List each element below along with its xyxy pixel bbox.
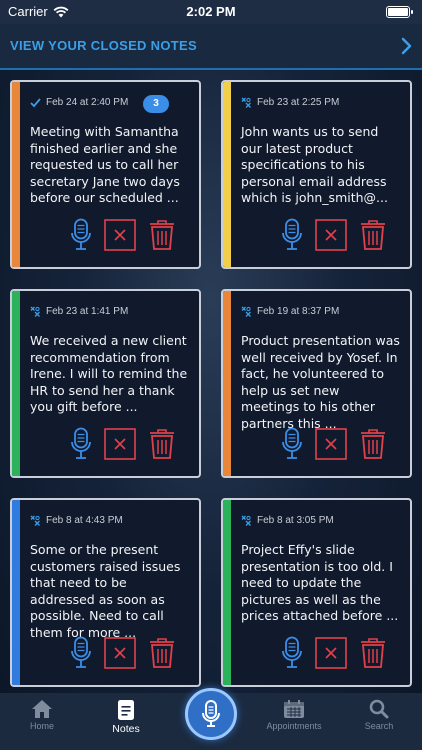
note-meta: Feb 24 at 2:40 PM [30, 97, 128, 108]
note-text: Some or the present customers raised iss… [30, 542, 181, 640]
delete-note-button[interactable] [359, 219, 387, 251]
trash-icon [150, 429, 174, 459]
note-card[interactable]: Feb 24 at 2:40 PM 3 Meeting with Samanth… [10, 80, 201, 269]
search-icon [369, 699, 389, 719]
closed-note-icon [30, 306, 40, 317]
play-recording-button[interactable] [70, 427, 92, 461]
tab-appointments-label: Appointments [266, 721, 322, 731]
calendar-icon [284, 700, 304, 718]
reopen-note-button[interactable] [104, 637, 136, 669]
play-recording-button[interactable] [281, 427, 303, 461]
note-actions [70, 636, 176, 670]
note-meta: Feb 23 at 2:25 PM [241, 97, 339, 108]
microphone-icon [71, 636, 91, 668]
note-meta: Feb 8 at 4:43 PM [30, 515, 123, 526]
delete-note-button[interactable] [148, 219, 176, 251]
record-note-button[interactable] [185, 688, 237, 740]
chevron-right-icon[interactable] [400, 36, 414, 56]
note-actions [70, 427, 176, 461]
close-box-icon [104, 428, 136, 460]
note-text: John wants us to send our latest product… [241, 124, 388, 205]
note-text: Product presentation was well received b… [241, 333, 400, 431]
note-meta: Feb 8 at 3:05 PM [241, 515, 334, 526]
microphone-icon [71, 427, 91, 459]
note-card[interactable]: Feb 23 at 2:25 PM John wants us to send … [221, 80, 412, 269]
close-box-icon [315, 428, 347, 460]
trash-icon [361, 220, 385, 250]
home-icon [32, 700, 52, 718]
closed-note-icon [241, 306, 251, 317]
closed-note-icon [241, 515, 251, 526]
note-date: Feb 8 at 3:05 PM [257, 515, 334, 526]
note-color-stripe [223, 82, 231, 267]
trash-icon [361, 638, 385, 668]
note-meta: Feb 23 at 1:41 PM [30, 306, 128, 317]
note-text: Meeting with Samantha finished earlier a… [30, 124, 180, 205]
note-color-stripe [12, 291, 20, 476]
trash-icon [150, 638, 174, 668]
delete-note-button[interactable] [148, 428, 176, 460]
clock: 2:02 PM [186, 4, 236, 19]
play-recording-button[interactable] [70, 636, 92, 670]
tab-search[interactable]: Search [339, 699, 419, 731]
note-date: Feb 23 at 1:41 PM [46, 306, 129, 317]
reopen-note-button[interactable] [315, 428, 347, 460]
play-recording-button[interactable] [281, 636, 303, 670]
tab-search-label: Search [364, 721, 394, 731]
note-card[interactable]: Feb 23 at 1:41 PM We received a new clie… [10, 289, 201, 478]
note-color-stripe [223, 500, 231, 685]
note-date: Feb 24 at 2:40 PM [46, 97, 129, 108]
closed-note-icon [241, 97, 251, 108]
play-recording-button[interactable] [281, 218, 303, 252]
note-color-stripe [12, 82, 20, 267]
battery-icon [386, 6, 413, 18]
note-actions [281, 636, 387, 670]
delete-note-button[interactable] [359, 428, 387, 460]
note-count-badge: 3 [143, 95, 169, 113]
close-box-icon [315, 219, 347, 251]
header-title: VIEW YOUR CLOSED NOTES [10, 38, 197, 53]
note-text: We received a new client recommendation … [30, 333, 188, 414]
reopen-note-button[interactable] [315, 219, 347, 251]
trash-icon [361, 429, 385, 459]
note-date: Feb 19 at 8:37 PM [257, 306, 340, 317]
closed-notes-header[interactable]: VIEW YOUR CLOSED NOTES [0, 24, 422, 70]
note-actions [281, 218, 387, 252]
note-card[interactable]: Feb 19 at 8:37 PM Product presentation w… [221, 289, 412, 478]
tab-appointments[interactable]: Appointments [254, 699, 334, 731]
close-box-icon [104, 219, 136, 251]
notes-icon [118, 700, 134, 720]
microphone-icon [71, 218, 91, 250]
delete-note-button[interactable] [359, 637, 387, 669]
note-date: Feb 8 at 4:43 PM [46, 515, 123, 526]
microphone-icon [202, 700, 220, 727]
microphone-icon [282, 218, 302, 250]
closed-note-icon [30, 515, 40, 526]
tab-home[interactable]: Home [2, 699, 82, 731]
note-card[interactable]: Feb 8 at 4:43 PM Some or the present cus… [10, 498, 201, 687]
check-icon [30, 97, 41, 107]
status-bar: Carrier 2:02 PM [0, 0, 422, 24]
play-recording-button[interactable] [70, 218, 92, 252]
note-meta: Feb 19 at 8:37 PM [241, 306, 339, 317]
tab-notes-label: Notes [112, 723, 140, 735]
note-actions [281, 427, 387, 461]
reopen-note-button[interactable] [104, 428, 136, 460]
reopen-note-button[interactable] [104, 219, 136, 251]
note-card[interactable]: Feb 8 at 3:05 PM Project Effy's slide pr… [221, 498, 412, 687]
note-actions [70, 218, 176, 252]
close-box-icon [104, 637, 136, 669]
note-text: Project Effy's slide presentation is too… [241, 542, 399, 623]
microphone-icon [282, 427, 302, 459]
note-color-stripe [12, 500, 20, 685]
close-box-icon [315, 637, 347, 669]
trash-icon [150, 220, 174, 250]
note-date: Feb 23 at 2:25 PM [257, 97, 340, 108]
note-color-stripe [223, 291, 231, 476]
reopen-note-button[interactable] [315, 637, 347, 669]
microphone-icon [282, 636, 302, 668]
delete-note-button[interactable] [148, 637, 176, 669]
tab-notes[interactable]: Notes [86, 699, 166, 735]
tab-home-label: Home [29, 721, 54, 731]
